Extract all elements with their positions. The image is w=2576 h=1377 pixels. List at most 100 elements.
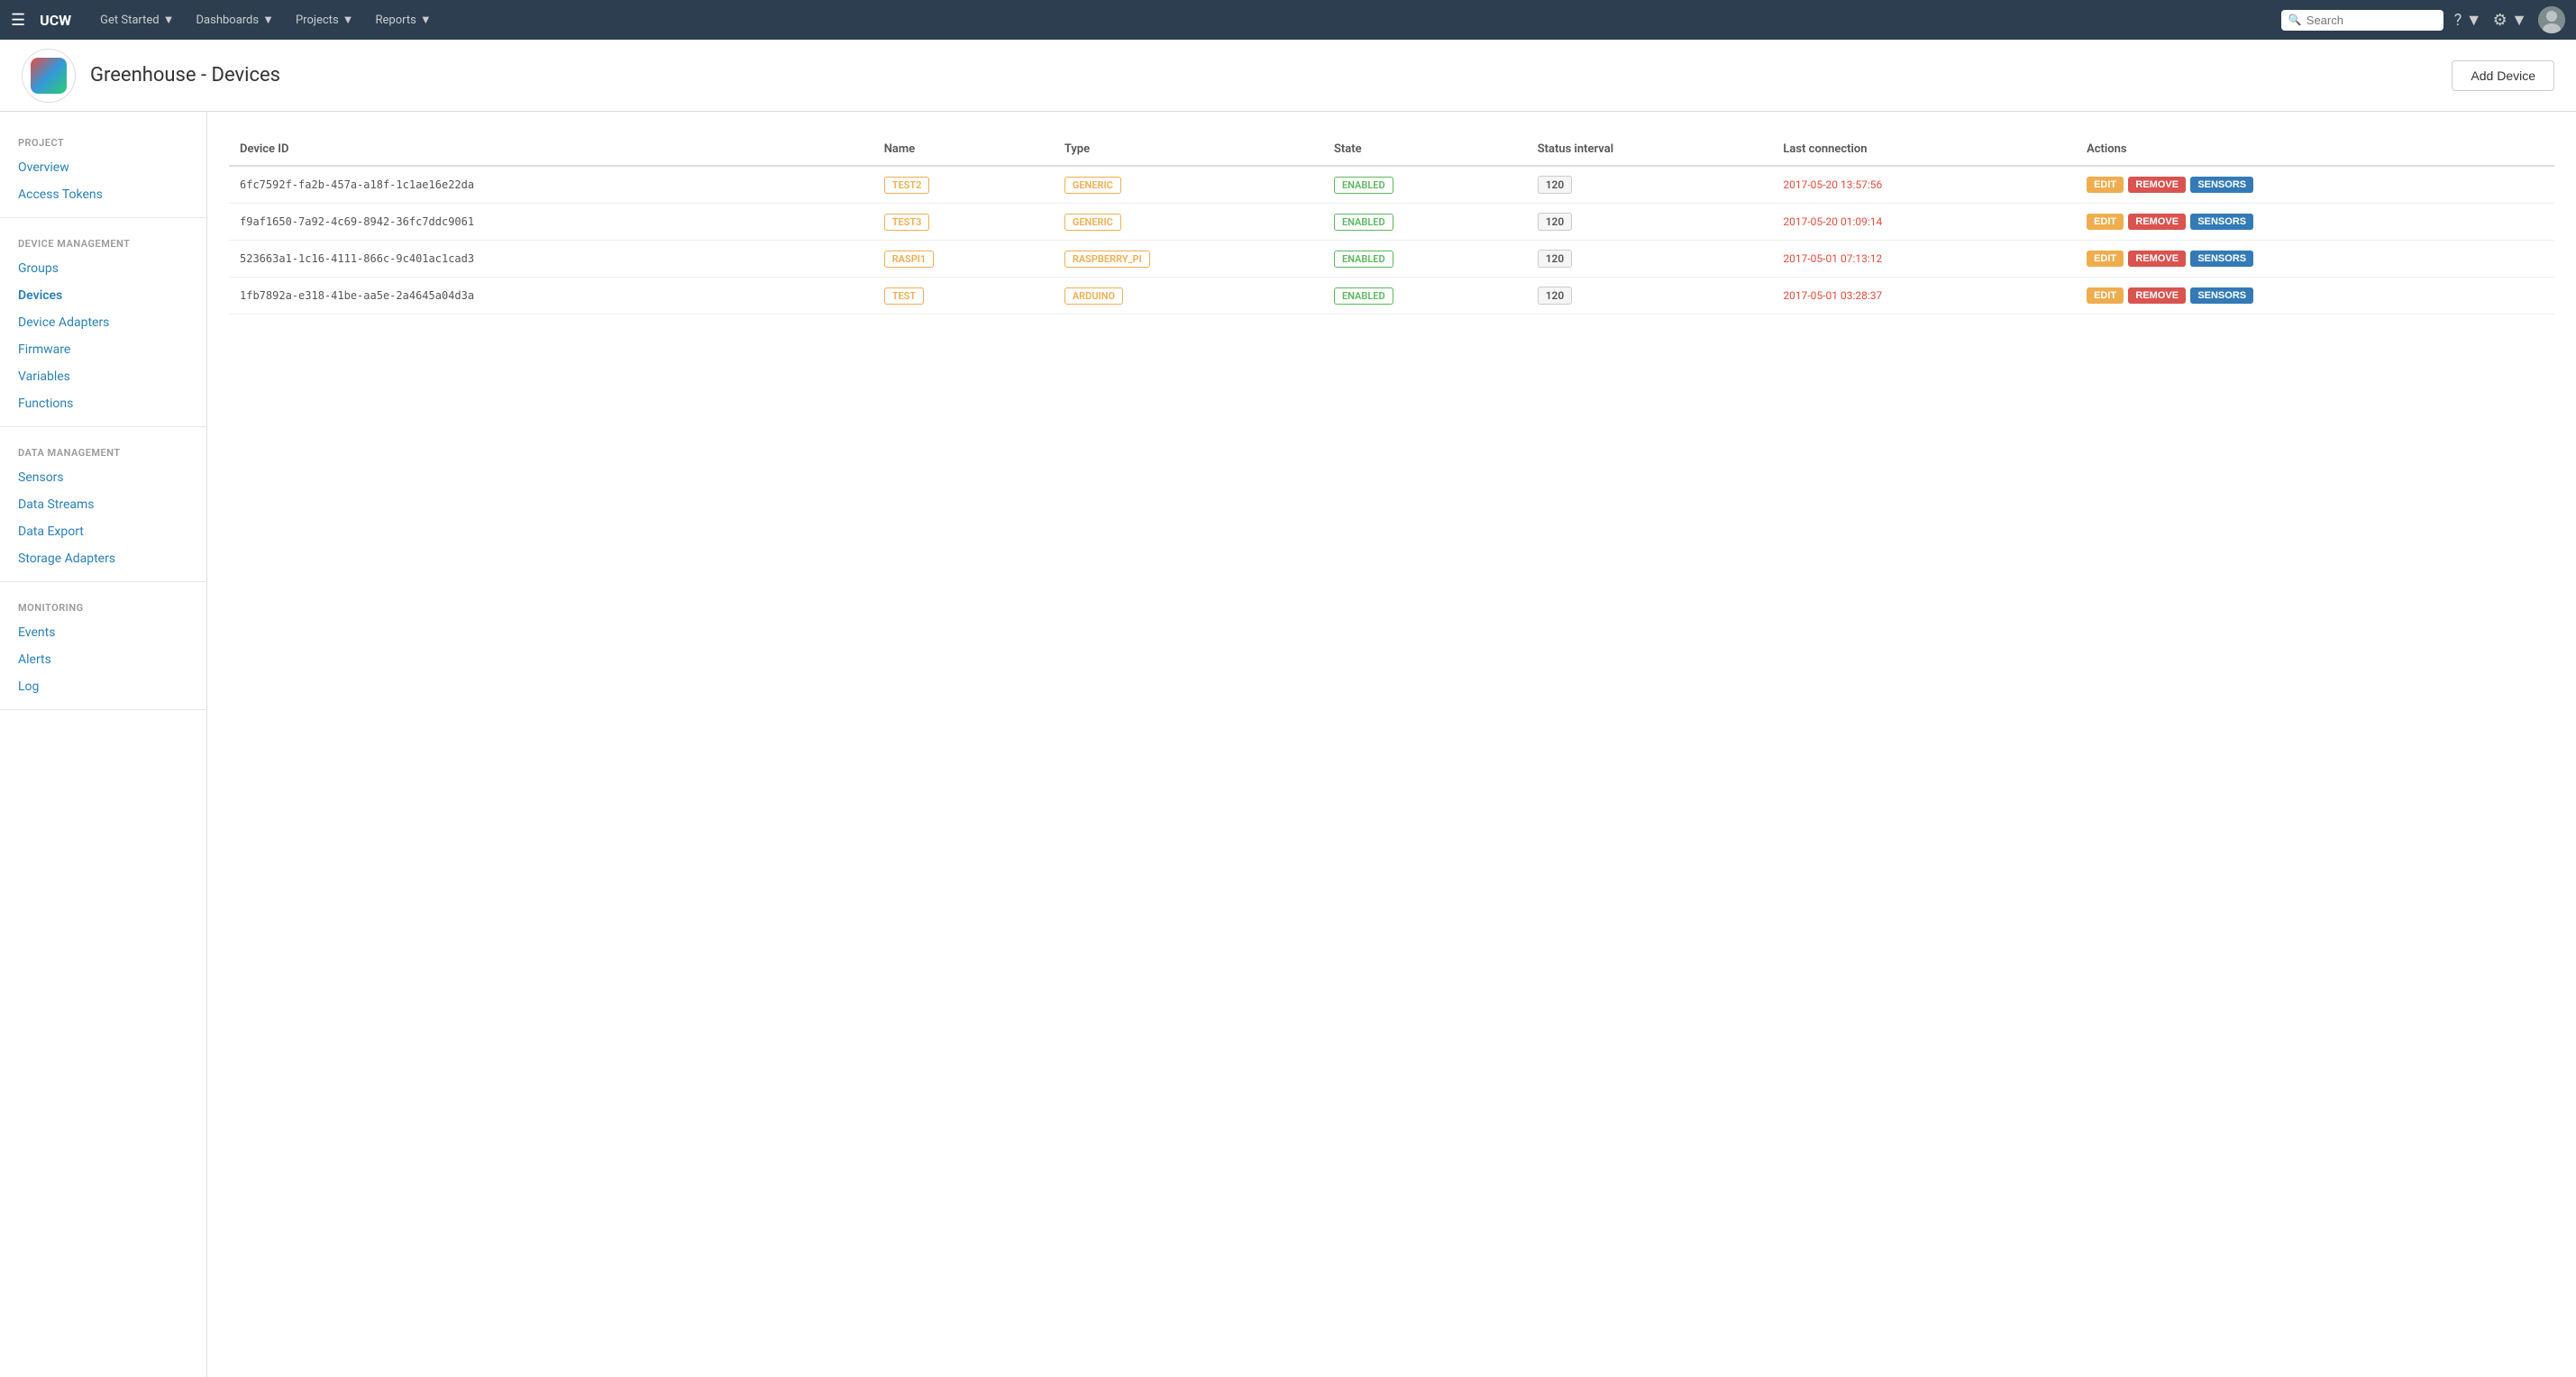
sidebar-item-access-tokens[interactable]: Access Tokens — [0, 181, 206, 208]
sidebar-section-project: PROJECT — [0, 126, 206, 154]
nav-projects[interactable]: Projects ▼ — [288, 9, 361, 31]
edit-button[interactable]: EDIT — [2087, 177, 2124, 193]
settings-button[interactable]: ⚙ ▼ — [2493, 11, 2527, 30]
remove-button[interactable]: REMOVE — [2128, 287, 2186, 304]
last-connection-value: 2017-05-20 13:57:56 — [1783, 178, 1882, 191]
help-button[interactable]: ? ▼ — [2454, 11, 2482, 30]
name-badge: TEST2 — [884, 177, 930, 194]
chevron-down-icon: ▼ — [343, 13, 354, 27]
column-header-device_id: Device ID — [229, 133, 873, 166]
sensors-button[interactable]: SENSORS — [2190, 251, 2253, 267]
add-device-button[interactable]: Add Device — [2452, 60, 2554, 91]
user-avatar[interactable] — [2538, 6, 2565, 33]
name-badge: TEST — [884, 287, 924, 305]
column-header-actions: Actions — [2076, 133, 2554, 166]
interval-badge: 120 — [1538, 213, 1573, 231]
table-row: f9af1650-7a92-4c69-8942-36fc7ddc9061 TEST… — [229, 204, 2554, 241]
devices-table: Device IDNameTypeStateStatus intervalLas… — [229, 133, 2554, 315]
column-header-type: Type — [1054, 133, 1323, 166]
table-header: Device IDNameTypeStateStatus intervalLas… — [229, 133, 2554, 166]
edit-button[interactable]: EDIT — [2087, 214, 2124, 230]
cell-device-id: 1fb7892a-e318-41be-aa5e-2a4645a04d3a — [229, 278, 873, 315]
remove-button[interactable]: REMOVE — [2128, 177, 2186, 193]
sidebar-item-events[interactable]: Events — [0, 619, 206, 646]
cell-type: RASPBERRY_PI — [1054, 241, 1323, 278]
sensors-button[interactable]: SENSORS — [2190, 214, 2253, 230]
column-header-state: State — [1323, 133, 1527, 166]
sidebar-item-sensors[interactable]: Sensors — [0, 464, 206, 491]
remove-button[interactable]: REMOVE — [2128, 214, 2186, 230]
sidebar-item-alerts[interactable]: Alerts — [0, 646, 206, 673]
nav-dashboards[interactable]: Dashboards ▼ — [189, 9, 281, 31]
project-logo — [22, 49, 76, 103]
last-connection-value: 2017-05-01 07:13:12 — [1783, 252, 1882, 265]
device-id-value: 1fb7892a-e318-41be-aa5e-2a4645a04d3a — [240, 289, 474, 302]
remove-button[interactable]: REMOVE — [2128, 251, 2186, 267]
sensors-button[interactable]: SENSORS — [2190, 177, 2253, 193]
sidebar-item-devices[interactable]: Devices — [0, 282, 206, 309]
cell-name: TEST — [873, 278, 1054, 315]
interval-badge: 120 — [1538, 287, 1573, 305]
cell-state: ENABLED — [1323, 241, 1527, 278]
last-connection-value: 2017-05-20 01:09:14 — [1783, 215, 1882, 228]
state-badge: ENABLED — [1334, 287, 1393, 305]
type-badge: GENERIC — [1064, 214, 1121, 231]
cell-type: GENERIC — [1054, 204, 1323, 241]
cell-name: TEST3 — [873, 204, 1054, 241]
brand-name: UCW — [40, 12, 71, 29]
type-badge: RASPBERRY_PI — [1064, 251, 1150, 268]
column-header-name: Name — [873, 133, 1054, 166]
chevron-down-icon: ▼ — [420, 13, 432, 27]
nav-get-started[interactable]: Get Started ▼ — [93, 9, 181, 31]
main-content: Device IDNameTypeStateStatus intervalLas… — [207, 112, 2576, 1377]
cell-last-connection: 2017-05-01 07:13:12 — [1772, 241, 2076, 278]
type-badge: GENERIC — [1064, 177, 1121, 194]
name-badge: TEST3 — [884, 214, 930, 231]
cell-last-connection: 2017-05-20 13:57:56 — [1772, 166, 2076, 204]
sidebar-section-data-management: DATA MANAGEMENT — [0, 436, 206, 464]
logo-graphic — [31, 58, 67, 94]
sidebar-item-functions[interactable]: Functions — [0, 390, 206, 417]
sidebar-divider — [0, 581, 206, 582]
cell-status-interval: 120 — [1527, 278, 1773, 315]
page-title: Greenhouse - Devices — [90, 64, 280, 87]
cell-state: ENABLED — [1323, 204, 1527, 241]
cell-device-id: 523663a1-1c16-4111-866c-9c401ac1cad3 — [229, 241, 873, 278]
interval-badge: 120 — [1538, 176, 1573, 194]
sidebar-item-data-export[interactable]: Data Export — [0, 518, 206, 545]
state-badge: ENABLED — [1334, 177, 1393, 194]
chevron-down-icon: ▼ — [163, 13, 175, 27]
cell-device-id: 6fc7592f-fa2b-457a-a18f-1c1ae16e22da — [229, 166, 873, 204]
sidebar-item-device-adapters[interactable]: Device Adapters — [0, 309, 206, 336]
sidebar-item-firmware[interactable]: Firmware — [0, 336, 206, 363]
state-badge: ENABLED — [1334, 251, 1393, 268]
cell-type: ARDUINO — [1054, 278, 1323, 315]
sidebar-item-data-streams[interactable]: Data Streams — [0, 491, 206, 518]
sidebar-item-groups[interactable]: Groups — [0, 255, 206, 282]
table-row: 6fc7592f-fa2b-457a-a18f-1c1ae16e22da TEST… — [229, 166, 2554, 204]
hamburger-menu-icon[interactable]: ☰ — [11, 11, 25, 30]
cell-actions: EDIT REMOVE SENSORS — [2076, 204, 2554, 241]
cell-name: RASPI1 — [873, 241, 1054, 278]
nav-reports[interactable]: Reports ▼ — [369, 9, 439, 31]
column-header-status_interval: Status interval — [1527, 133, 1773, 166]
sidebar-section-device-management: DEVICE MANAGEMENT — [0, 227, 206, 255]
sidebar-item-variables[interactable]: Variables — [0, 363, 206, 390]
cell-actions: EDIT REMOVE SENSORS — [2076, 278, 2554, 315]
cell-device-id: f9af1650-7a92-4c69-8942-36fc7ddc9061 — [229, 204, 873, 241]
search-wrap: 🔍 — [2281, 10, 2444, 31]
sidebar-item-log[interactable]: Log — [0, 673, 206, 700]
sensors-button[interactable]: SENSORS — [2190, 287, 2253, 304]
table-row: 523663a1-1c16-4111-866c-9c401ac1cad3RASP… — [229, 241, 2554, 278]
interval-badge: 120 — [1538, 250, 1573, 268]
column-header-last_connection: Last connection — [1772, 133, 2076, 166]
table-header-row: Device IDNameTypeStateStatus intervalLas… — [229, 133, 2554, 166]
type-badge: ARDUINO — [1064, 287, 1123, 305]
search-input[interactable] — [2281, 10, 2444, 31]
edit-button[interactable]: EDIT — [2087, 251, 2124, 267]
sidebar-item-overview[interactable]: Overview — [0, 154, 206, 181]
sidebar-item-storage-adapters[interactable]: Storage Adapters — [0, 545, 206, 572]
edit-button[interactable]: EDIT — [2087, 287, 2124, 304]
cell-state: ENABLED — [1323, 278, 1527, 315]
topnav-right-actions: 🔍 ? ▼ ⚙ ▼ — [2281, 6, 2565, 33]
